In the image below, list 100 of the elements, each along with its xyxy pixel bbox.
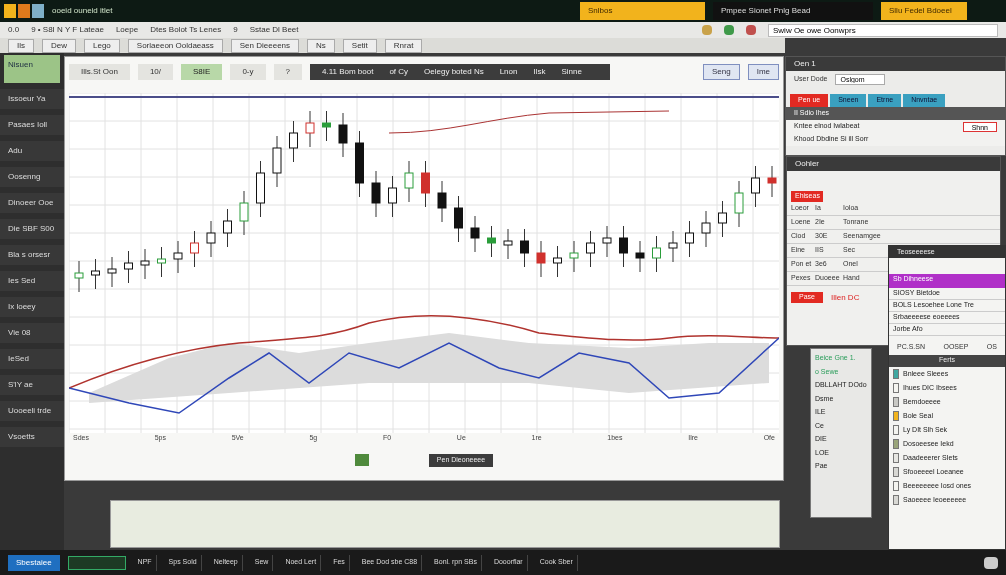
start-button[interactable]: Sbestaiee [8, 554, 60, 571]
title-tab[interactable]: Snlbos [580, 2, 705, 20]
chart-toolbar-label[interactable]: of Cy [389, 66, 409, 78]
candlestick [685, 220, 694, 258]
chart-toolbar-label[interactable]: 4.11 Bom boot [321, 66, 374, 78]
alert-text: Illen DC [830, 291, 860, 304]
search-field[interactable]: Swiw Oe owe Oonwprs [768, 23, 998, 37]
candlestick [256, 160, 265, 218]
candlestick [767, 165, 777, 198]
toolbar-button[interactable]: Lego [84, 38, 120, 53]
candlestick [569, 240, 579, 273]
sidebar-header[interactable]: Nisuen [4, 55, 60, 83]
candlestick [470, 215, 480, 253]
candlestick [91, 258, 100, 290]
candlestick [487, 225, 496, 258]
menu-item[interactable]: 0.0 [8, 24, 20, 36]
menu-item[interactable]: Sstae Dl Beet [249, 24, 299, 36]
candlestick [322, 110, 331, 142]
candlestick [404, 160, 414, 203]
window-title: Oohler [795, 158, 819, 170]
sidebar-item[interactable]: Adu [0, 141, 64, 161]
title-tab[interactable]: Pmpee Sionet Pnlg Bead [713, 2, 873, 20]
candlestick [107, 256, 117, 288]
candlestick [173, 240, 183, 274]
candlestick [652, 235, 661, 273]
toolbar-icon[interactable] [746, 25, 756, 35]
thumbnail-icon[interactable] [354, 454, 369, 466]
candlestick [635, 240, 645, 273]
window-title: ooeid ouneid itlet [52, 5, 114, 17]
menu-item[interactable]: 9 • S8I N Y F Lateae [31, 24, 104, 36]
chart-toolbar-label[interactable]: Oelegy boted Ns [424, 66, 484, 78]
sidebar-item[interactable]: S'lY ae [0, 375, 64, 395]
candlestick [338, 112, 348, 158]
candlestick [734, 180, 744, 228]
menu-item[interactable]: Dtes Bolot Ts Lenes [150, 24, 222, 36]
toolbar-button[interactable]: Sorlaeeon Ooldaeass [127, 38, 223, 53]
candlestick [74, 260, 84, 293]
title-tab[interactable]: Sllu Fedel Bdoeel [881, 2, 967, 20]
chart-tab[interactable]: 10/ [137, 64, 174, 80]
window-title: Oen 1 [794, 58, 816, 70]
candlestick [355, 130, 364, 198]
app-logo-icon [4, 4, 44, 18]
sidebar-item[interactable]: Uooeeli trde [0, 401, 64, 421]
chart-toolbar-label[interactable]: Lnon [499, 66, 518, 78]
candlestick [223, 208, 232, 248]
toolbar-icon[interactable] [724, 25, 734, 35]
candlestick [124, 250, 133, 284]
toolbar-icon[interactable] [702, 25, 712, 35]
candlestick [718, 200, 727, 238]
sidebar-item[interactable]: Ies Sed [0, 271, 64, 291]
toolbar-button[interactable]: Ils [8, 38, 34, 53]
candlestick [421, 160, 430, 208]
sidebar-item[interactable]: Dinoeer Ooe [0, 193, 64, 213]
candlestick [553, 245, 562, 278]
candlestick [272, 135, 282, 188]
candlestick [140, 248, 150, 280]
sidebar-item[interactable]: Oosenng [0, 167, 64, 187]
sidebar-item[interactable]: IeSed [0, 349, 64, 369]
chart-tab[interactable]: 0-y [230, 64, 266, 80]
toolbar-button[interactable]: Dew [42, 38, 76, 53]
chart-toolbar-label[interactable]: Sinne [561, 66, 582, 78]
candlestick [751, 165, 760, 208]
sidebar-item[interactable]: Bla s orsesr [0, 245, 64, 265]
sidebar-item[interactable]: Ix loeey [0, 297, 64, 317]
menu-item[interactable]: 9 [233, 24, 238, 36]
chart-tab[interactable]: S8IE [181, 64, 223, 80]
toolbar-button[interactable]: Rnrat [384, 38, 423, 53]
chart-toolbar-label[interactable]: Ilsk [533, 66, 546, 78]
menu-item[interactable]: Loepe [115, 24, 139, 36]
candlestick [206, 220, 216, 258]
candlestick [437, 180, 447, 223]
sidebar-item[interactable]: Issoeur Ya [0, 89, 64, 109]
chart-option-button[interactable]: Seng [702, 64, 740, 80]
candlestick [239, 190, 249, 236]
taskbar-field[interactable] [67, 555, 126, 570]
sidebar-item[interactable]: Die SBF S00 [0, 219, 64, 239]
candlestick [388, 175, 397, 218]
tray-icon[interactable] [984, 556, 998, 569]
candlestick [305, 110, 315, 148]
sidebar-item[interactable]: Vie 08 [0, 323, 64, 343]
toolbar-button[interactable]: Sen Dieeeens [230, 38, 300, 53]
candlestick [157, 246, 166, 278]
candlestick [668, 230, 678, 263]
candlestick [602, 225, 612, 258]
chart-option-button[interactable]: Ime [747, 64, 779, 80]
candlestick [371, 170, 381, 218]
toolbar-button[interactable]: Ns [307, 38, 335, 53]
sidebar-item[interactable]: Pasaes Ioll [0, 115, 64, 135]
chart-tab[interactable]: ? [273, 64, 302, 80]
candlestick [536, 240, 546, 278]
candlestick [289, 120, 298, 163]
candlestick [586, 230, 595, 268]
candlestick [619, 225, 628, 268]
toolbar-button[interactable]: Setit [342, 38, 377, 53]
chart-tab[interactable]: Ills.St Oon [69, 64, 130, 80]
sidebar-item[interactable]: Vsoetts [0, 427, 64, 447]
candlestick [701, 210, 711, 248]
candlestick [190, 230, 199, 268]
candlestick [503, 228, 513, 260]
candlestick [520, 228, 529, 268]
